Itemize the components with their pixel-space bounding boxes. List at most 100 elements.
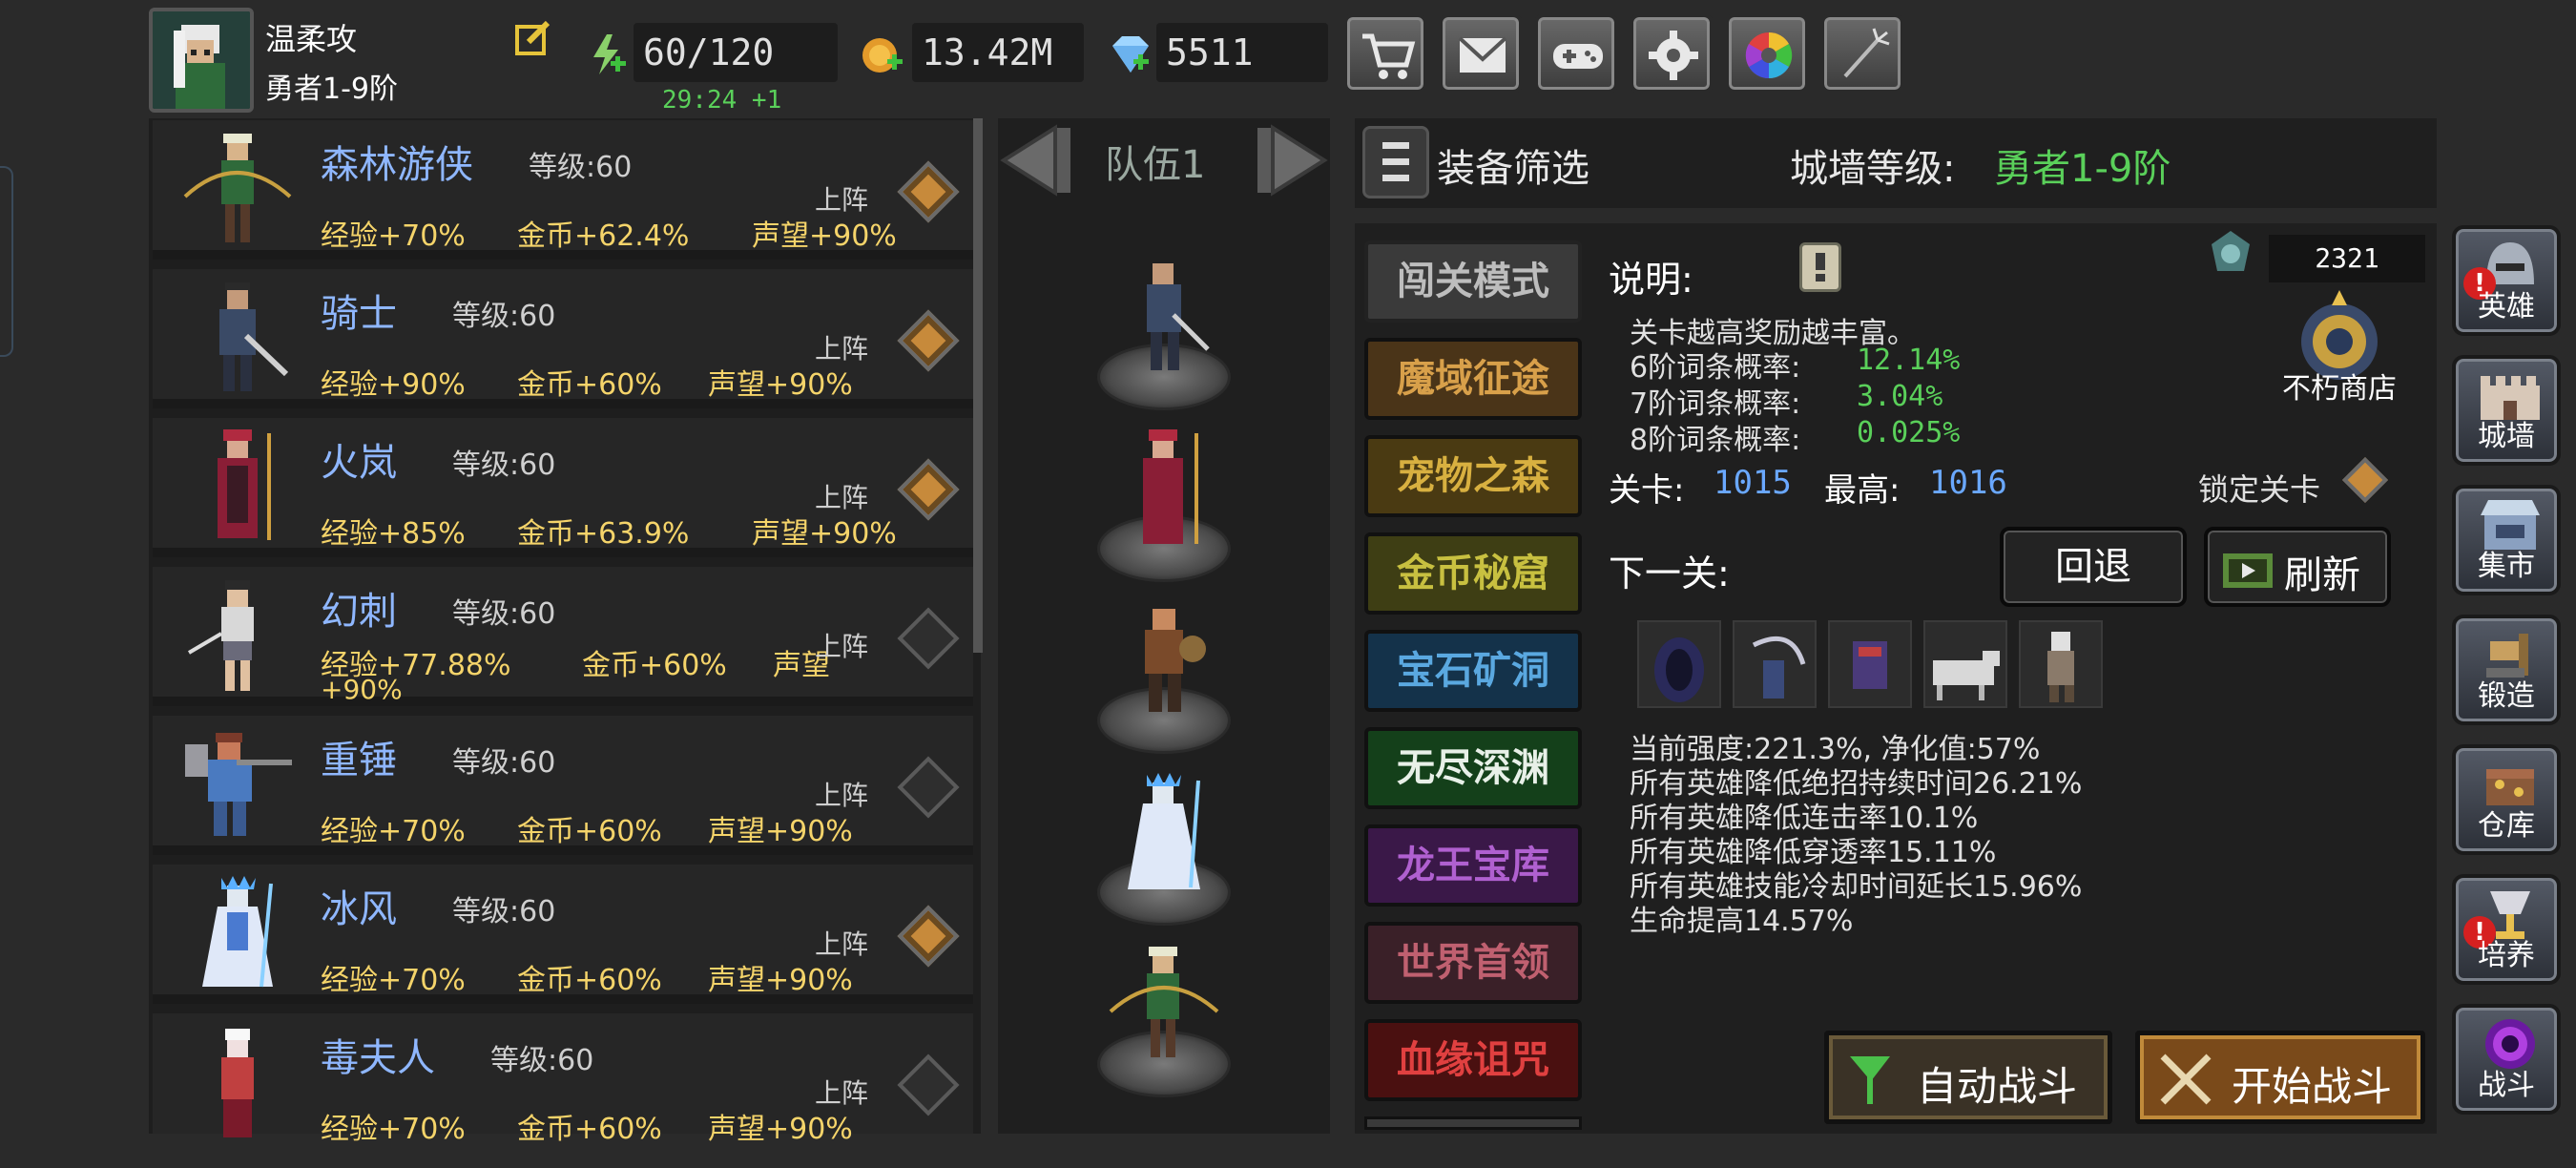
nav-battle-button[interactable]: 战斗 bbox=[2452, 1004, 2561, 1115]
deploy-toggle[interactable] bbox=[897, 160, 960, 223]
hero-fame: 声望+90% bbox=[708, 815, 853, 848]
nav-train-button[interactable]: ! 培养 bbox=[2452, 874, 2561, 985]
enemy-thumb-5[interactable] bbox=[2019, 620, 2103, 708]
mode-button-gold[interactable]: 金币秘窟 bbox=[1364, 532, 1582, 615]
equip-filter-label: 装备筛选 bbox=[1437, 147, 1589, 191]
hero-level: 等级:60 bbox=[452, 597, 556, 631]
arrow-right-icon bbox=[1257, 124, 1328, 197]
hero-level: 等级:60 bbox=[490, 1044, 594, 1077]
hero-row-1[interactable]: 森林游侠 等级:60 经验+70% 金币+62.4% 声望+90% 上阵 bbox=[153, 120, 973, 260]
hero-level: 等级:60 bbox=[452, 448, 556, 482]
mode-button-demon[interactable]: 魔域征途 bbox=[1364, 338, 1582, 420]
hero-row-3[interactable]: 火岚 等级:60 经验+85% 金币+63.9% 声望+90% 上阵 bbox=[153, 418, 973, 557]
refresh-label: 刷新 bbox=[2284, 553, 2360, 597]
lock-stage-label: 锁定关卡 bbox=[2198, 471, 2321, 508]
hero-sprite-frost bbox=[202, 876, 273, 988]
player-avatar[interactable] bbox=[149, 8, 254, 113]
team-slot-4-frost[interactable] bbox=[1116, 771, 1212, 895]
gamepad-button[interactable] bbox=[1534, 13, 1618, 94]
deploy-toggle[interactable] bbox=[897, 905, 960, 968]
auto-battle-button[interactable]: 自动战斗 bbox=[1824, 1031, 2112, 1124]
mode-list-more bbox=[1364, 1116, 1582, 1130]
team-slot-1-knight[interactable] bbox=[1116, 258, 1212, 382]
mail-button[interactable] bbox=[1439, 13, 1523, 94]
deploy-toggle[interactable] bbox=[897, 607, 960, 670]
deploy-label: 上阵 bbox=[815, 1077, 869, 1109]
team-prev-button[interactable] bbox=[998, 120, 1076, 200]
nav-wall-button[interactable]: 城墙 bbox=[2452, 355, 2561, 466]
mode-button-dragon[interactable]: 龙王宝库 bbox=[1364, 824, 1582, 907]
mode-button-abyss[interactable]: 无尽深渊 bbox=[1364, 727, 1582, 809]
hero-gold: 金币+60% bbox=[517, 1113, 662, 1146]
team-slot-3-warrior[interactable] bbox=[1116, 601, 1212, 725]
hero-row-4[interactable]: 幻刺 等级:60 经验+77.88% 金币+60% 声望 +90% 上阵 bbox=[153, 567, 973, 706]
diamond-value: 5511 bbox=[1166, 31, 1254, 73]
hero-fame: 声望+90% bbox=[752, 219, 897, 253]
team-label: 队伍1 bbox=[1105, 143, 1206, 187]
hero-list-scrollbar[interactable] bbox=[973, 118, 983, 653]
deploy-label: 上阵 bbox=[815, 333, 869, 365]
hero-name: 森林游侠 bbox=[321, 143, 473, 187]
hero-fame: 声望+90% bbox=[708, 964, 853, 997]
shop-cart-button[interactable] bbox=[1343, 13, 1427, 94]
mode-button-gem[interactable]: 宝石矿洞 bbox=[1364, 630, 1582, 712]
hero-gold: 金币+60% bbox=[517, 815, 662, 848]
hero-sprite-ranger bbox=[183, 134, 292, 242]
nav-storage-label: 仓库 bbox=[2478, 809, 2535, 843]
enemy-thumb-2[interactable] bbox=[1733, 620, 1817, 708]
edge-drawer-handle[interactable] bbox=[0, 166, 13, 357]
hero-sprite-assassin bbox=[187, 580, 254, 691]
enemy-thumb-4[interactable] bbox=[1923, 620, 2007, 708]
enemy-thumb-3[interactable] bbox=[1828, 620, 1912, 708]
info-icon[interactable] bbox=[1799, 242, 1841, 292]
stamina-add-icon[interactable] bbox=[584, 32, 628, 76]
mode-button-pet[interactable]: 宠物之森 bbox=[1364, 435, 1582, 517]
hero-row-5[interactable]: 重锤 等级:60 经验+70% 金币+60% 声望+90% 上阵 bbox=[153, 716, 973, 855]
deploy-toggle[interactable] bbox=[897, 1053, 960, 1116]
nav-wall-label: 城墙 bbox=[2478, 420, 2535, 453]
diamond-add-icon[interactable] bbox=[1107, 34, 1151, 74]
hero-name: 重锤 bbox=[321, 739, 397, 782]
shop-currency-icon bbox=[2206, 229, 2255, 279]
mode-button-stage[interactable]: 闯关模式 bbox=[1364, 240, 1582, 323]
firework-button[interactable] bbox=[1820, 13, 1904, 94]
edit-icon[interactable] bbox=[513, 19, 551, 57]
nav-market-button[interactable]: 集市 bbox=[2452, 485, 2561, 595]
equip-filter-button[interactable] bbox=[1362, 126, 1429, 198]
nav-storage-button[interactable]: 仓库 bbox=[2452, 744, 2561, 855]
mode-button-curse[interactable]: 血缘诅咒 bbox=[1364, 1019, 1582, 1101]
hero-fame: 声望+90% bbox=[708, 368, 853, 402]
hero-sprite-mage bbox=[218, 429, 271, 540]
deploy-toggle[interactable] bbox=[897, 756, 960, 819]
color-wheel-button[interactable] bbox=[1725, 13, 1809, 94]
hero-row-7[interactable]: 毒夫人 等级:60 经验+70% 金币+60% 声望+90% 上阵 bbox=[153, 1013, 973, 1146]
deploy-toggle[interactable] bbox=[897, 458, 960, 521]
nav-forge-label: 锻造 bbox=[2478, 679, 2535, 713]
hero-level: 等级:60 bbox=[452, 746, 556, 780]
hero-row-2[interactable]: 骑士 等级:60 经验+90% 金币+60% 声望+90% 上阵 bbox=[153, 269, 973, 408]
immortal-shop-label: 不朽商店 bbox=[2282, 372, 2397, 406]
enemy-thumb-1[interactable] bbox=[1637, 620, 1721, 708]
start-battle-button[interactable]: 开始战斗 bbox=[2135, 1031, 2425, 1124]
nav-forge-button[interactable]: 锻造 bbox=[2452, 615, 2561, 725]
hero-row-6[interactable]: 冰风 等级:60 经验+70% 金币+60% 声望+90% 上阵 bbox=[153, 865, 973, 1004]
hero-exp: 经验+85% bbox=[321, 517, 466, 551]
desc-r7-value: 3.04% bbox=[1857, 380, 1943, 413]
settings-button[interactable] bbox=[1630, 13, 1714, 94]
deploy-toggle[interactable] bbox=[897, 309, 960, 372]
mode-button-boss[interactable]: 世界首领 bbox=[1364, 922, 1582, 1004]
team-next-button[interactable] bbox=[1252, 120, 1330, 200]
hero-fame-value: +90% bbox=[321, 674, 403, 705]
team-slot-5-ranger[interactable] bbox=[1107, 945, 1221, 1069]
desc-r8-label: 8阶词条概率: bbox=[1630, 424, 1801, 457]
hero-sprite-hammer bbox=[185, 733, 292, 836]
back-button[interactable]: 回退 bbox=[2000, 527, 2187, 607]
hero-name: 冰风 bbox=[321, 887, 397, 931]
refresh-button[interactable]: 刷新 bbox=[2204, 527, 2391, 607]
best-stage-value: 1016 bbox=[1929, 464, 2007, 502]
nav-hero-button[interactable]: ! 英雄 bbox=[2452, 225, 2561, 336]
hero-name: 火岚 bbox=[321, 441, 397, 485]
gold-add-icon[interactable] bbox=[861, 32, 904, 76]
hero-exp: 经验+70% bbox=[321, 815, 466, 848]
team-slot-2-mage[interactable] bbox=[1116, 428, 1212, 552]
